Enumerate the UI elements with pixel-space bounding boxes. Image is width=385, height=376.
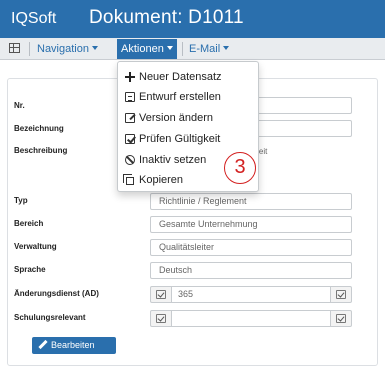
menu-item-version-aendern[interactable]: Version ändern	[118, 110, 258, 127]
edit-button[interactable]: Bearbeiten	[32, 337, 116, 354]
nav-divider	[182, 42, 183, 56]
aenderungsdienst-field: 365	[150, 286, 352, 303]
field-label-schulungsrelevant: Schulungsrelevant	[14, 313, 86, 322]
field-label-bereich: Bereich	[14, 219, 44, 228]
menu-item-label: Prüfen Gültigkeit	[139, 133, 221, 145]
field-label-nr: Nr.	[14, 101, 25, 110]
verwaltung-value: Qualitätsleiter	[159, 242, 215, 252]
schulungsrelevant-checkbox[interactable]	[150, 310, 172, 327]
typ-field[interactable]: Richtlinie / Reglement	[150, 193, 352, 210]
edit-icon	[125, 113, 135, 123]
navbar: Navigation Aktionen E-Mail	[0, 38, 385, 60]
aenderungsdienst-input[interactable]: 365	[172, 286, 330, 303]
menu-item-pruefen-gueltigkeit[interactable]: Prüfen Gültigkeit	[118, 131, 258, 148]
field-label-verwaltung: Verwaltung	[14, 242, 57, 251]
sprache-value: Deutsch	[159, 265, 193, 275]
nav-item-aktionen[interactable]: Aktionen	[117, 39, 177, 59]
menu-item-label: Inaktiv setzen	[139, 154, 207, 166]
document-icon	[125, 92, 135, 102]
menu-item-neuer-datensatz[interactable]: Neuer Datensatz	[118, 69, 258, 86]
sprache-field[interactable]: Deutsch	[150, 262, 352, 279]
app-header: IQSoft Dokument: D1011	[0, 0, 385, 38]
menu-item-label: Kopieren	[139, 174, 184, 186]
schulungsrelevant-checkbox-right[interactable]	[330, 310, 352, 327]
menu-item-label: Version ändern	[139, 112, 213, 124]
ban-icon	[125, 155, 135, 165]
caret-down-icon	[91, 46, 98, 50]
check-square-icon	[336, 290, 346, 299]
verwaltung-field[interactable]: Qualitätsleiter	[150, 239, 352, 256]
check-square-icon	[336, 314, 346, 323]
schulungsrelevant-input[interactable]	[172, 310, 330, 327]
menu-item-entwurf-erstellen[interactable]: Entwurf erstellen	[118, 89, 258, 106]
field-label-aenderungsdienst: Änderungsdienst (AD)	[14, 289, 99, 298]
nav-item-email[interactable]: E-Mail	[185, 41, 233, 58]
caret-down-icon	[223, 46, 230, 50]
nav-divider	[29, 42, 30, 56]
aenderungsdienst-checkbox[interactable]	[150, 286, 172, 303]
nav-item-navigation[interactable]: Navigation	[33, 41, 102, 58]
aenderungsdienst-checkbox-right[interactable]	[330, 286, 352, 303]
page-title: Dokument: D1011	[89, 7, 244, 28]
step-number-badge: 3	[224, 152, 256, 184]
check-square-icon	[156, 290, 166, 299]
field-label-sprache: Sprache	[14, 265, 46, 274]
nav-item-label: Navigation	[37, 43, 89, 55]
bereich-field[interactable]: Gesamte Unternehmung	[150, 216, 352, 233]
edit-button-label: Bearbeiten	[51, 340, 95, 350]
check-square-icon	[125, 134, 135, 144]
field-label-bezeichnung: Bezeichnung	[14, 124, 64, 133]
app-brand[interactable]: IQSoft	[11, 10, 56, 28]
check-square-icon	[156, 314, 166, 323]
typ-value: Richtlinie / Reglement	[159, 196, 247, 206]
menu-item-label: Entwurf erstellen	[139, 91, 221, 103]
grid-icon[interactable]	[9, 43, 20, 53]
copy-icon	[123, 174, 134, 185]
schulungsrelevant-field	[150, 310, 352, 327]
plus-icon	[125, 72, 135, 82]
field-label-typ: Typ	[14, 196, 28, 205]
nav-item-label: E-Mail	[189, 43, 221, 55]
bereich-value: Gesamte Unternehmung	[159, 219, 258, 229]
caret-down-icon	[166, 46, 173, 50]
nav-item-label: Aktionen	[121, 43, 164, 55]
field-label-beschreibung: Beschreibung	[14, 146, 68, 155]
pencil-icon	[38, 339, 48, 350]
menu-item-label: Neuer Datensatz	[139, 71, 222, 83]
